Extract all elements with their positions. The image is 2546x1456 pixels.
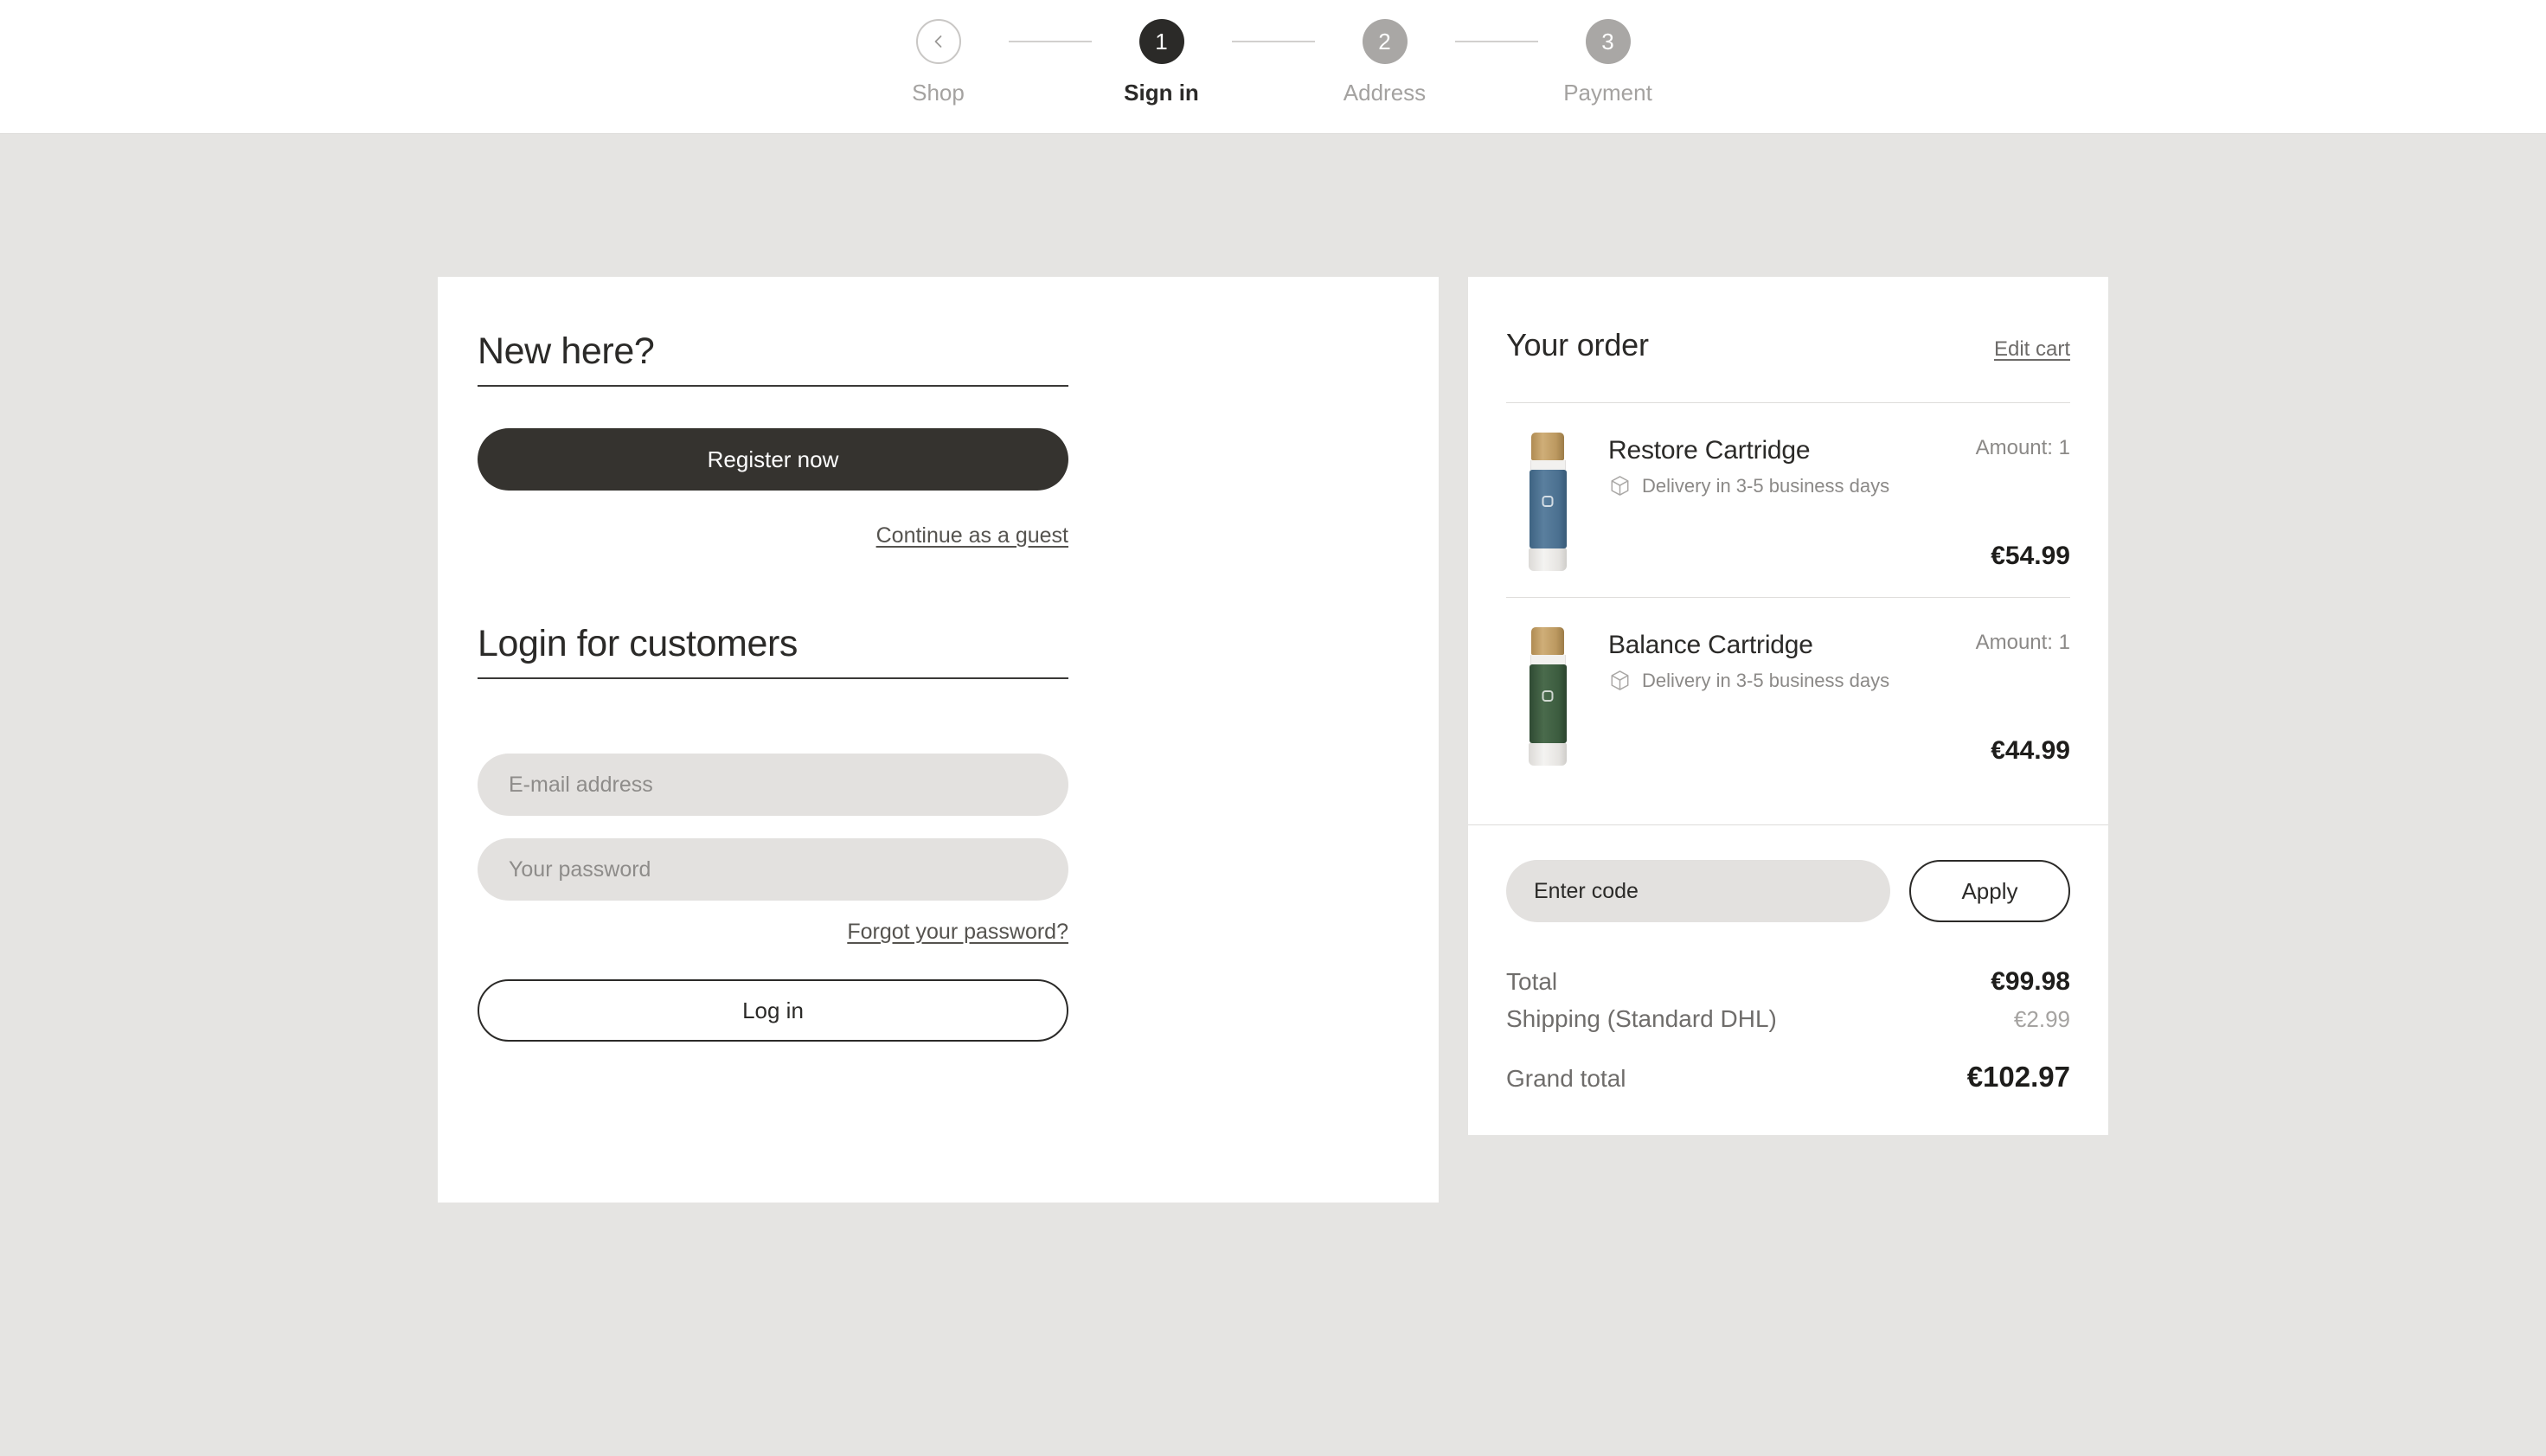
stepper-step-signin[interactable]: 1 Sign in bbox=[1092, 19, 1232, 106]
order-items-section: Your order Edit cart Restore Cartridge D… bbox=[1468, 277, 2108, 824]
stepper-number-address: 2 bbox=[1362, 19, 1408, 64]
brand-logo-icon bbox=[1542, 690, 1554, 702]
stepper-step-payment[interactable]: 3 Payment bbox=[1538, 19, 1678, 106]
order-title: Your order bbox=[1506, 327, 1649, 362]
stepper-connector bbox=[1231, 41, 1315, 42]
promo-code-input[interactable] bbox=[1506, 860, 1890, 922]
bottle-neck bbox=[1530, 460, 1566, 470]
continue-as-guest-link[interactable]: Continue as a guest bbox=[876, 523, 1068, 548]
bottle-cap bbox=[1531, 433, 1564, 460]
stepper-number-payment: 3 bbox=[1585, 19, 1631, 64]
order-summary-panel: Your order Edit cart Restore Cartridge D… bbox=[1468, 277, 2108, 1135]
login-button[interactable]: Log in bbox=[478, 979, 1068, 1042]
back-to-shop-button[interactable] bbox=[915, 19, 961, 64]
delivery-info: Delivery in 3-5 business days bbox=[1608, 669, 1940, 692]
package-icon bbox=[1611, 670, 1629, 690]
shipping-row: Shipping (Standard DHL) €2.99 bbox=[1506, 1005, 2070, 1033]
brand-logo-icon bbox=[1542, 496, 1554, 507]
checkout-stepper: Shop 1 Sign in 2 Address 3 Payment bbox=[869, 0, 1678, 106]
stepper-label-address: Address bbox=[1343, 80, 1427, 106]
stepper-connector bbox=[1008, 41, 1092, 42]
new-customer-heading: New here? bbox=[478, 330, 655, 372]
order-item[interactable]: Balance Cartridge Delivery in 3-5 busine… bbox=[1506, 597, 2070, 792]
stepper-step-shop[interactable]: Shop bbox=[869, 19, 1009, 106]
shipping-label: Shipping (Standard DHL) bbox=[1506, 1005, 1777, 1032]
cartridge-bottle-image bbox=[1528, 627, 1568, 766]
stepper-label-shop: Shop bbox=[912, 80, 965, 106]
email-field[interactable] bbox=[478, 754, 1068, 816]
stepper-number-signin: 1 bbox=[1138, 19, 1184, 64]
product-price: €54.99 bbox=[1991, 542, 2070, 570]
guest-link-row: Continue as a guest bbox=[478, 523, 1068, 548]
order-header: Your order Edit cart bbox=[1506, 327, 2070, 363]
product-meta: Amount: 1 €54.99 bbox=[1940, 433, 2070, 571]
order-totals-section: Apply Total €99.98 Shipping (Standard DH… bbox=[1468, 825, 2108, 1135]
delivery-info: Delivery in 3-5 business days bbox=[1608, 474, 1940, 497]
product-thumbnail bbox=[1506, 627, 1589, 766]
grand-total-label: Grand total bbox=[1506, 1065, 1626, 1092]
edit-cart-link[interactable]: Edit cart bbox=[1994, 337, 2070, 362]
stepper-step-address[interactable]: 2 Address bbox=[1315, 19, 1455, 106]
product-price: €44.99 bbox=[1991, 736, 2070, 765]
product-amount: Amount: 1 bbox=[1975, 436, 2070, 459]
product-name: Restore Cartridge bbox=[1608, 436, 1811, 465]
total-label: Total bbox=[1506, 968, 1558, 995]
register-now-button[interactable]: Register now bbox=[478, 428, 1068, 491]
checkout-main: New here? Register now Continue as a gue… bbox=[0, 134, 2546, 1203]
product-details: Restore Cartridge Delivery in 3-5 busine… bbox=[1589, 433, 1940, 497]
order-totals: Total €99.98 Shipping (Standard DHL) €2.… bbox=[1506, 967, 2070, 1094]
forgot-password-link[interactable]: Forgot your password? bbox=[847, 920, 1068, 945]
product-details: Balance Cartridge Delivery in 3-5 busine… bbox=[1589, 627, 1940, 692]
promo-code-row: Apply bbox=[1506, 860, 2070, 922]
checkout-header: Shop 1 Sign in 2 Address 3 Payment bbox=[0, 0, 2546, 134]
forgot-password-row: Forgot your password? bbox=[478, 920, 1068, 945]
product-meta: Amount: 1 €44.99 bbox=[1940, 627, 2070, 766]
total-row: Total €99.98 bbox=[1506, 967, 2070, 997]
grand-total-value: €102.97 bbox=[1966, 1061, 2070, 1093]
bottle-base bbox=[1529, 548, 1567, 571]
bottle-base bbox=[1529, 743, 1567, 766]
bottle-body bbox=[1529, 470, 1567, 548]
cartridge-bottle-image bbox=[1528, 433, 1568, 571]
delivery-text: Delivery in 3-5 business days bbox=[1642, 474, 1890, 497]
product-amount: Amount: 1 bbox=[1975, 631, 2070, 654]
stepper-connector bbox=[1454, 41, 1538, 42]
heading-rule bbox=[478, 677, 1068, 679]
password-field[interactable] bbox=[478, 838, 1068, 901]
total-value: €99.98 bbox=[1991, 967, 2070, 996]
stepper-label-signin: Sign in bbox=[1124, 80, 1199, 106]
product-name: Balance Cartridge bbox=[1608, 631, 1813, 659]
delivery-text: Delivery in 3-5 business days bbox=[1642, 669, 1890, 691]
chevron-left-icon bbox=[934, 35, 941, 48]
heading-rule bbox=[478, 385, 1068, 387]
product-thumbnail bbox=[1506, 433, 1589, 571]
order-item[interactable]: Restore Cartridge Delivery in 3-5 busine… bbox=[1506, 403, 2070, 597]
grand-total-row: Grand total €102.97 bbox=[1506, 1061, 2070, 1094]
stepper-label-payment: Payment bbox=[1563, 80, 1652, 106]
bottle-cap bbox=[1531, 627, 1564, 655]
signin-panel: New here? Register now Continue as a gue… bbox=[438, 277, 1439, 1203]
shipping-value: €2.99 bbox=[2013, 1006, 2070, 1032]
bottle-body bbox=[1529, 664, 1567, 743]
bottle-neck bbox=[1530, 655, 1566, 664]
package-icon bbox=[1611, 476, 1629, 496]
apply-promo-button[interactable]: Apply bbox=[1909, 860, 2070, 922]
login-heading: Login for customers bbox=[478, 623, 798, 664]
